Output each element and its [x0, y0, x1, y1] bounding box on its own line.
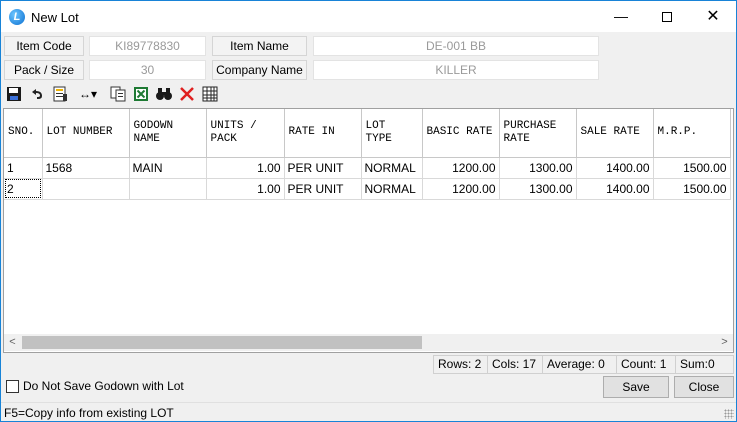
- col-header-rate-in[interactable]: RATE IN: [284, 109, 362, 158]
- report-icon[interactable]: [51, 85, 69, 103]
- item-code-label: Item Code: [4, 36, 84, 56]
- grid-icon[interactable]: [201, 85, 219, 103]
- cell-purchase-rate[interactable]: 1300.00: [499, 157, 577, 179]
- pack-size-label: Pack / Size: [4, 60, 84, 80]
- table-row[interactable]: 2 1.00 PER UNIT NORMAL 1200.00 1300.00 1…: [4, 178, 731, 200]
- status-bar: F5=Copy info from existing LOT: [1, 402, 736, 421]
- grid-header-row: SNO. LOT NUMBER GODOWN NAME UNITS / PACK…: [4, 109, 731, 158]
- cell-rate-in[interactable]: PER UNIT: [284, 157, 362, 179]
- cell-purchase-rate[interactable]: 1300.00: [499, 178, 577, 200]
- cell-sno[interactable]: 1: [4, 157, 43, 179]
- cell-basic-rate[interactable]: 1200.00: [422, 178, 500, 200]
- lot-table: SNO. LOT NUMBER GODOWN NAME UNITS / PACK…: [4, 109, 731, 200]
- cell-sno[interactable]: 2: [4, 178, 43, 200]
- company-name-field[interactable]: KILLER: [313, 60, 599, 80]
- item-name-label: Item Name: [212, 36, 307, 56]
- pack-size-field[interactable]: 30: [89, 60, 206, 80]
- col-header-basic-rate[interactable]: BASIC RATE: [422, 109, 500, 158]
- cols-count: Cols: 17: [487, 355, 543, 374]
- col-header-purchase-rate[interactable]: PURCHASE RATE: [499, 109, 577, 158]
- col-header-mrp[interactable]: M.R.P.: [653, 109, 731, 158]
- col-header-sno[interactable]: SNO.: [4, 109, 43, 158]
- maximize-icon: [662, 12, 672, 23]
- cell-lot-number[interactable]: [42, 178, 130, 200]
- column-width-icon[interactable]: ↔▾: [79, 85, 105, 103]
- save-button[interactable]: Save: [603, 376, 669, 398]
- col-header-sale-rate[interactable]: SALE RATE: [576, 109, 654, 158]
- cell-lot-type[interactable]: NORMAL: [361, 157, 423, 179]
- close-button[interactable]: Close: [674, 376, 734, 398]
- cell-lot-type[interactable]: NORMAL: [361, 178, 423, 200]
- minimize-button[interactable]: —: [598, 1, 644, 32]
- resize-grip-icon[interactable]: [724, 409, 734, 419]
- col-header-lot-type[interactable]: LOT TYPE: [361, 109, 423, 158]
- window-title: New Lot: [31, 10, 79, 25]
- table-row[interactable]: 1 1568 MAIN 1.00 PER UNIT NORMAL 1200.00…: [4, 157, 731, 179]
- scroll-left-icon[interactable]: <: [4, 334, 21, 351]
- cell-sale-rate[interactable]: 1400.00: [576, 157, 654, 179]
- find-icon[interactable]: [155, 85, 173, 103]
- do-not-save-godown-label[interactable]: Do Not Save Godown with Lot: [23, 379, 184, 393]
- lot-grid[interactable]: SNO. LOT NUMBER GODOWN NAME UNITS / PACK…: [3, 108, 734, 353]
- title-bar[interactable]: L New Lot — ✕: [1, 1, 736, 32]
- close-window-button[interactable]: ✕: [690, 1, 736, 32]
- rows-count: Rows: 2: [433, 355, 488, 374]
- col-header-lot-number[interactable]: LOT NUMBER: [42, 109, 130, 158]
- count-value: Count: 1: [616, 355, 676, 374]
- cell-units-pack[interactable]: 1.00: [206, 157, 285, 179]
- cell-rate-in[interactable]: PER UNIT: [284, 178, 362, 200]
- sum-value: Sum:0: [675, 355, 734, 374]
- cell-mrp[interactable]: 1500.00: [653, 157, 731, 179]
- cell-godown-name[interactable]: [129, 178, 207, 200]
- cell-godown-name[interactable]: MAIN: [129, 157, 207, 179]
- company-name-label: Company Name: [212, 60, 307, 80]
- cell-basic-rate[interactable]: 1200.00: [422, 157, 500, 179]
- grid-toolbar: ↔▾: [3, 83, 734, 105]
- cell-lot-number[interactable]: 1568: [42, 157, 130, 179]
- do-not-save-godown-checkbox[interactable]: [6, 380, 19, 393]
- col-header-units-pack[interactable]: UNITS / PACK: [206, 109, 285, 158]
- cell-mrp[interactable]: 1500.00: [653, 178, 731, 200]
- col-header-godown-name[interactable]: GODOWN NAME: [129, 109, 207, 158]
- item-code-field[interactable]: KI89778830: [89, 36, 206, 56]
- maximize-button[interactable]: [644, 1, 690, 32]
- horizontal-scrollbar[interactable]: < >: [4, 334, 733, 351]
- status-hint: F5=Copy info from existing LOT: [4, 406, 174, 420]
- delete-icon[interactable]: [178, 85, 196, 103]
- excel-icon[interactable]: [132, 85, 150, 103]
- undo-icon[interactable]: [28, 85, 46, 103]
- new-lot-window: L New Lot — ✕ Item Code KI89778830 Item …: [0, 0, 737, 422]
- app-logo-icon: L: [9, 9, 25, 25]
- item-name-field[interactable]: DE-001 BB: [313, 36, 599, 56]
- save-icon[interactable]: [5, 85, 23, 103]
- cell-sale-rate[interactable]: 1400.00: [576, 178, 654, 200]
- cell-units-pack[interactable]: 1.00: [206, 178, 285, 200]
- scroll-right-icon[interactable]: >: [716, 334, 733, 351]
- average-value: Average: 0: [542, 355, 617, 374]
- scrollbar-thumb[interactable]: [22, 336, 422, 349]
- copy-icon[interactable]: [109, 85, 127, 103]
